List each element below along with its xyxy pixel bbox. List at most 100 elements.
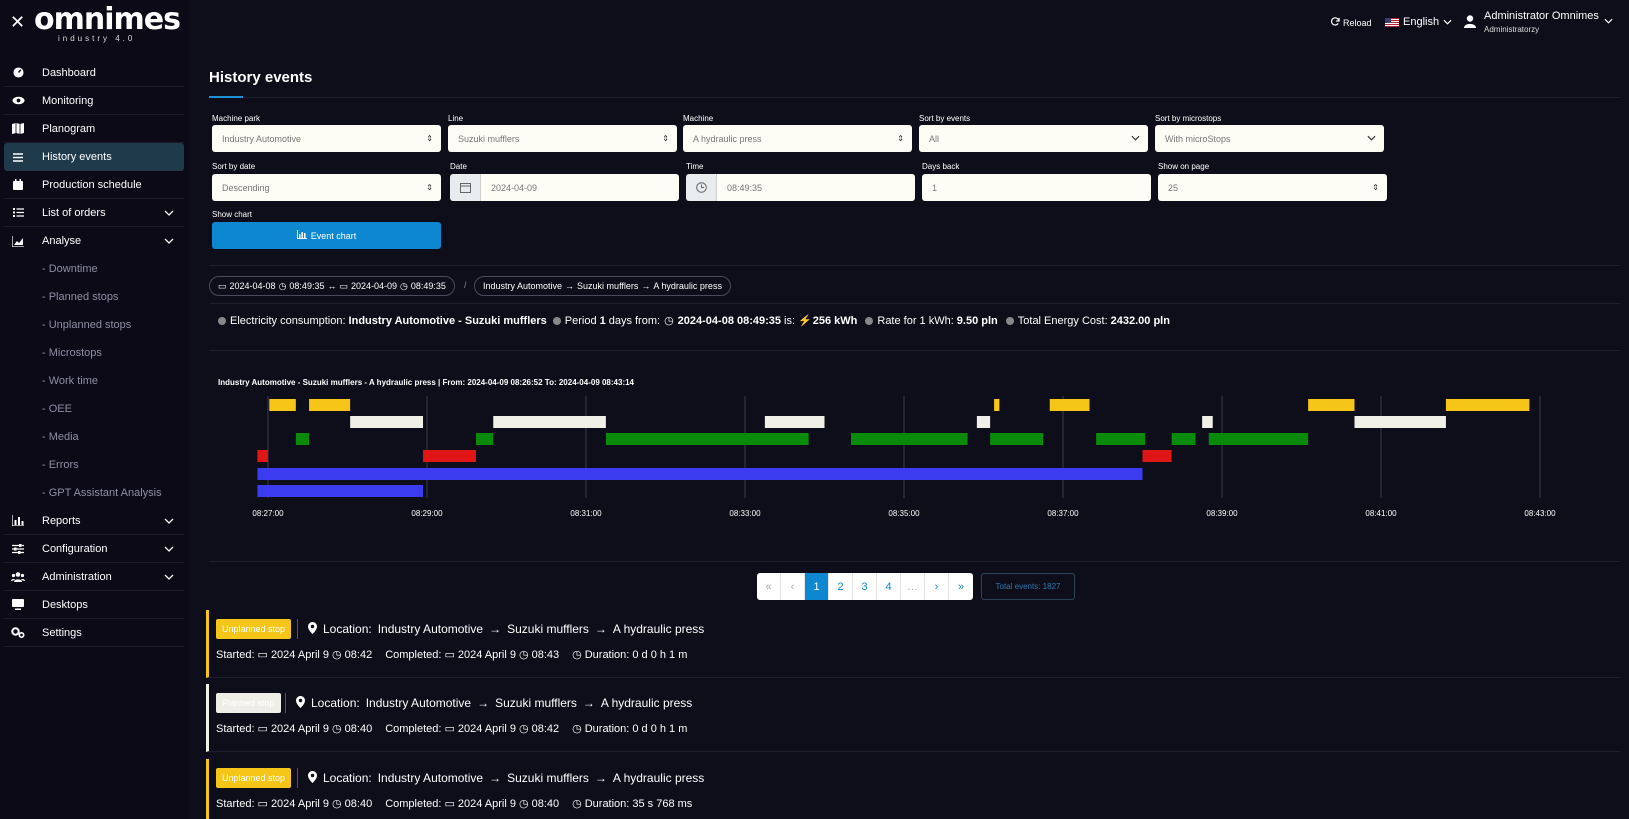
close-icon[interactable]: ✕ (10, 12, 25, 33)
reload-button[interactable]: Reload (1330, 17, 1372, 28)
language-select[interactable]: English (1385, 16, 1452, 28)
eye-icon (11, 94, 25, 108)
nav-item-desktops[interactable]: Desktops (4, 591, 184, 619)
calendar-icon: ▭ (444, 649, 455, 661)
event-card[interactable]: Unplanned stop Location: Industry Automo… (206, 610, 1620, 678)
pagination-first[interactable]: « (757, 573, 781, 600)
energy-location: Industry Automotive - Suzuki mufflers (348, 314, 547, 327)
location-machine: A hydraulic press (612, 771, 705, 785)
machine-park-select[interactable]: Industry Automotive ⇕ (212, 125, 441, 152)
nav-item-administration[interactable]: Administration (4, 563, 184, 591)
time-input[interactable]: 08:49:35 (717, 174, 915, 201)
energy-prefix: Electricity consumption: (230, 314, 346, 327)
event-times: Started: ▭ 2024 April 9 ◷ 08:40 Complete… (216, 797, 692, 811)
sub-item-work-time[interactable]: - Work time (4, 367, 184, 395)
completed-label: Completed: (385, 722, 442, 735)
nav-item-dashboard[interactable]: Dashboard (4, 59, 184, 87)
energy-from: 2024-04-08 08:49:35 (677, 314, 782, 327)
dot-icon (1005, 316, 1014, 325)
sub-item-planned-stops[interactable]: - Planned stops (4, 283, 184, 311)
chevron-down-icon[interactable] (164, 571, 174, 583)
pagination-next[interactable]: › (925, 573, 949, 600)
arrow-right-icon: → (565, 281, 575, 291)
nav-item-monitoring[interactable]: Monitoring (4, 87, 184, 115)
map-marker-icon (296, 695, 305, 711)
chevron-down-icon[interactable] (164, 515, 174, 527)
nav-item-analyse[interactable]: Analyse (4, 227, 184, 255)
pagination-prev[interactable]: ‹ (781, 573, 805, 600)
nav-item-production-schedule[interactable]: Production schedule (4, 171, 184, 199)
nav-item-configuration[interactable]: Configuration (4, 535, 184, 563)
pagination-last[interactable]: » (949, 573, 973, 600)
sub-item-downtime[interactable]: - Downtime (4, 255, 184, 283)
date-range-pill: ▭ 2024-04-08 ◷ 08:49:35 ↔ ▭ 2024-04-09 ◷… (209, 276, 455, 296)
pagination-page-2[interactable]: 2 (829, 573, 853, 600)
title-accent (209, 96, 243, 98)
started-label: Started: (216, 797, 255, 810)
title-divider (209, 97, 1620, 98)
show-on-page-select[interactable]: 25 ⇕ (1158, 174, 1387, 201)
line-select[interactable]: Suzuki mufflers ⇕ (448, 125, 677, 152)
sub-item-microstops[interactable]: - Microstops (4, 339, 184, 367)
logo-subtitle: industry 4.0 (58, 34, 136, 43)
event-type-badge: Planned stop (216, 693, 281, 713)
clock-icon[interactable] (686, 174, 717, 201)
location-label: Location: (311, 696, 360, 710)
map-icon (11, 122, 25, 136)
duration-value: 0 d 0 h 1 m (632, 722, 688, 735)
location-park: Industry Automotive (365, 696, 472, 710)
sub-item-errors[interactable]: - Errors (4, 451, 184, 479)
clock-icon: ◷ (518, 649, 529, 661)
sub-item-media[interactable]: - Media (4, 423, 184, 451)
calendar-icon: ▭ (257, 649, 268, 661)
sort-date-select[interactable]: Descending ⇕ (212, 174, 441, 201)
event-card[interactable]: Planned stop Location: Industry Automoti… (206, 684, 1620, 752)
date-input[interactable]: 2024-04-09 (481, 174, 679, 201)
nav-item-settings[interactable]: Settings (4, 619, 184, 647)
clock-icon: ◷ (518, 798, 529, 810)
clock-icon: ◷ (278, 280, 287, 291)
location-park: Industry Automotive (377, 622, 484, 636)
sub-item-unplanned-stops[interactable]: - Unplanned stops (4, 311, 184, 339)
chevron-down-icon[interactable] (164, 235, 174, 247)
list-ul-icon (11, 206, 25, 220)
machine-select[interactable]: A hydraulic press ⇕ (683, 125, 912, 152)
event-chart-button[interactable]: Event chart (212, 222, 441, 249)
section-divider (209, 303, 1620, 304)
time-input-group[interactable]: 08:49:35 (686, 174, 915, 201)
calendar-icon: ▭ (444, 798, 455, 810)
nav-item-planogram[interactable]: Planogram (4, 115, 184, 143)
logo[interactable]: omnimes (34, 2, 181, 37)
sub-item-gpt-analysis[interactable]: - GPT Assistant Analysis (4, 479, 184, 507)
date-input-group[interactable]: 2024-04-09 (450, 174, 679, 201)
pagination-ellipsis: … (901, 573, 925, 600)
sub-item-oee[interactable]: - OEE (4, 395, 184, 423)
days-back-input[interactable]: 1 (922, 174, 1151, 201)
sort-microstops-select[interactable]: With microStops (1155, 125, 1384, 152)
event-type-badge: Unplanned stop (216, 768, 292, 788)
machine-value: A hydraulic press (693, 133, 762, 144)
event-card[interactable]: Unplanned stop Location: Industry Automo… (206, 759, 1620, 819)
nav-item-reports[interactable]: Reports (4, 507, 184, 535)
brand: ✕ omnimes industry 4.0 (0, 0, 189, 48)
chevron-down-icon[interactable] (164, 543, 174, 555)
sort-icon: ⇕ (426, 134, 433, 143)
nav-item-history-events[interactable]: History events (4, 143, 184, 171)
nav-item-label: Configuration (42, 542, 108, 555)
pagination-page-4[interactable]: 4 (877, 573, 901, 600)
nav-item-list-of-orders[interactable]: List of orders (4, 199, 184, 227)
map-marker-icon (308, 621, 317, 637)
days-back-label: Days back (922, 162, 960, 171)
sort-icon: ⇕ (662, 134, 669, 143)
sliders-icon (11, 542, 25, 556)
pagination-page-3[interactable]: 3 (853, 573, 877, 600)
user-role: Administratorzy (1484, 25, 1540, 34)
pagination-page-1[interactable]: 1 (805, 573, 829, 600)
calendar-icon[interactable] (450, 174, 481, 201)
sort-events-select[interactable]: All (919, 125, 1148, 152)
energy-cost: 2432.00 pln (1110, 314, 1170, 327)
duration-label: Duration: (584, 722, 630, 735)
chevron-down-icon[interactable] (164, 207, 174, 219)
event-location: Location: Industry Automotive → Suzuki m… (297, 619, 704, 639)
arrow-right-icon: → (489, 622, 502, 636)
